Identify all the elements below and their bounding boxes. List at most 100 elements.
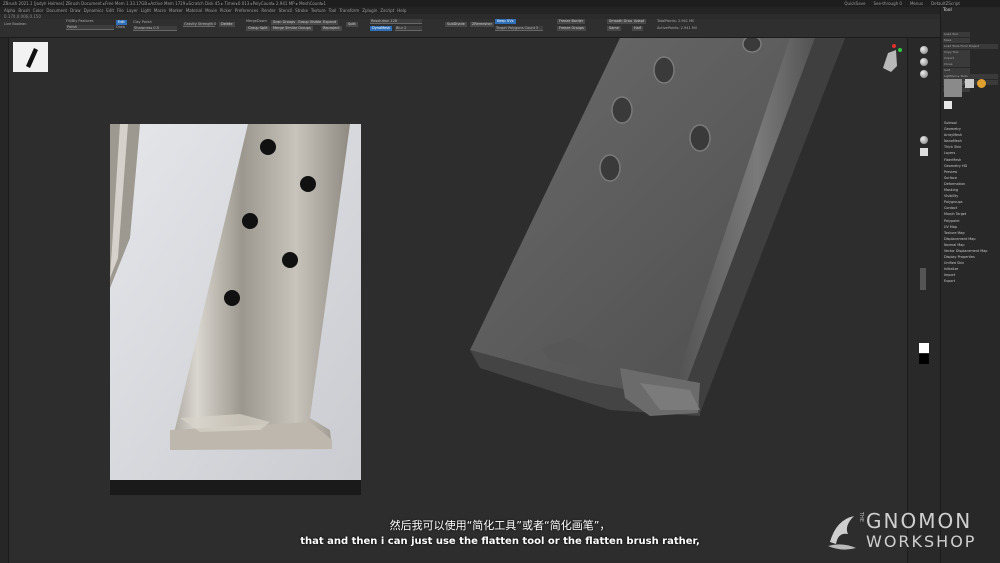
scan-groups-button[interactable]: Scan Groups [271,20,298,25]
menu-bar: Alpha Brush Color Document Draw Dynamics Edit F… [0,7,940,14]
split-button[interactable]: Split [346,22,358,27]
group-split-button[interactable]: Group Split [246,26,270,31]
zbrush-app: ZBrush 2021.1 [Jodyh Holmes] ZBrush Docu… [0,0,1000,563]
menu-color[interactable]: Color [33,7,43,14]
logo-workshop-text: WORKSHOP [866,532,977,551]
draw-button[interactable]: Draw [116,25,125,30]
gravity-slider[interactable]: Gravity Strength 0 [183,22,216,27]
menu-picker[interactable]: Picker [220,7,232,14]
expand-button[interactable]: Expand [321,20,339,25]
menu-texture[interactable]: Texture [311,7,326,14]
merge-down-button[interactable]: MergeDown [246,19,267,24]
document-thumbnail [13,42,48,72]
sculpted-magazine-model [470,38,845,416]
menu-file[interactable]: File [117,7,124,14]
tool-thumbnail[interactable] [944,79,962,97]
dynamesh-button[interactable]: DynaMesh [370,26,393,31]
tool-submenu-item[interactable]: Export [944,278,998,284]
local-nav-ball[interactable] [920,70,928,78]
tray-row[interactable]: SaveSave Gear [943,28,998,62]
half-button[interactable]: Half [632,26,643,31]
blur-slider[interactable]: Blur 2 [395,26,422,31]
menu-macro[interactable]: Macro [154,7,166,14]
zremesher-button[interactable]: ZRemesher [470,22,495,27]
total-points-readout: TotalPoints: 2.941 Mil [657,19,695,23]
target-polygons-slider[interactable]: Target Polygons Count 5 [495,26,543,31]
floor-nav-ball[interactable] [920,58,928,66]
stroke-item-fill[interactable]: Fill/Bly Features [66,19,93,24]
move-nav-ball[interactable] [920,136,928,144]
frame-icon[interactable] [920,148,928,156]
tray-row[interactable]: CloneMake PolyMesh3D [943,52,998,86]
transp-icon[interactable] [920,268,926,290]
pm3d-thumbnail[interactable] [944,101,952,109]
freeze-groups-button[interactable]: Freeze Groups [557,26,587,31]
menu-document[interactable]: Document [46,7,67,14]
freeze-border-button[interactable]: Freeze Border [557,19,586,24]
secondary-color-icon[interactable] [919,354,929,364]
tray-row[interactable]: PM3D_Pistol_48 [943,70,998,85]
canvas-viewport[interactable] [10,38,907,560]
reference-photo [110,124,361,495]
title-bar-right: QuickSave See-through 0 Menus DefaultZSc… [844,0,960,7]
sharpness-slider[interactable]: Sharpness 0.5 [133,26,177,31]
reproject-button[interactable]: Reproject [321,26,342,31]
tray-row[interactable]: Load Tools From Project [943,34,998,49]
quicksave-button[interactable]: QuickSave [844,0,865,7]
menu-marker[interactable]: Marker [169,7,183,14]
live-boolean-label[interactable]: Live Boolean [4,22,26,27]
tool-submenu: Subtool Geometry ArrayMesh NanoMesh Thick Sk… [944,120,998,285]
menu-light[interactable]: Light [141,7,151,14]
tray-row[interactable]: ImportExport [943,46,998,80]
logo-the-text: THE [858,512,864,522]
tool-tray: Tool Load ToolSave As SaveSave Gear Load… [940,7,1000,563]
resolution-slider[interactable]: Resolution 128 [370,19,422,24]
menu-stroke[interactable]: Stroke [295,7,308,14]
title-bar: ZBrush 2021.1 [Jodyh Holmes] ZBrush Docu… [0,0,1000,7]
menu-tool[interactable]: Tool [329,7,337,14]
right-shelf [907,38,940,563]
top-toolbar: Live Boolean Fill/Bly Features Polish Ed… [0,19,940,38]
menu-brush[interactable]: Brush [18,7,30,14]
menu-help[interactable]: Help [397,7,406,14]
delete-button[interactable]: Delete [219,22,235,27]
menu-alpha[interactable]: Alpha [4,7,15,14]
color-swatch-icon[interactable] [919,343,929,353]
menus-button[interactable]: Menus [910,0,923,7]
menu-draw[interactable]: Draw [70,7,80,14]
cube-tool-icon[interactable] [965,79,974,88]
simple-brush-icon[interactable] [977,79,986,88]
tray-row[interactable]: GoZAll [943,58,998,92]
menu-zscript[interactable]: Zscript [380,7,394,14]
menu-preferences[interactable]: Preferences [235,7,259,14]
menu-transform[interactable]: Transform [339,7,359,14]
polish-slider[interactable]: Polish [66,25,114,30]
default-zscript-button[interactable]: DefaultZScript [931,0,960,7]
subdivide-button[interactable]: SubDivide [445,22,467,27]
navigation-gizmo[interactable] [883,44,902,72]
menu-movie[interactable]: Movie [205,7,217,14]
menu-layer[interactable]: Layer [127,7,138,14]
menu-render[interactable]: Render [261,7,275,14]
tray-row[interactable]: Copy ToolPaste Tool [943,40,998,74]
tray-row[interactable]: Lightbox ▸ Tools [943,64,998,79]
perspective-nav-ball[interactable] [920,46,928,54]
group-visible-button[interactable]: Group Visible [296,20,324,25]
tray-row[interactable]: Load ToolSave As [943,22,998,56]
keep-uvs-toggle[interactable]: Keep UVs [495,19,516,24]
same-button[interactable]: Same [607,26,621,31]
gnomon-logo-mark-icon [828,516,856,550]
adapt-button[interactable]: Adapt [632,19,647,24]
menu-material[interactable]: Material [186,7,202,14]
window-title: ZBrush 2021.1 [Jodyh Holmes] ZBrush Docu… [3,1,327,6]
gnomon-workshop-logo: THE GNOMON WORKSHOP [826,508,992,554]
active-points-readout: ActivePoints: 2.941 Mil [657,26,697,30]
see-through-slider[interactable]: See-through 0 [874,0,902,7]
menu-edit[interactable]: Edit [106,7,114,14]
merge-similar-groups-button[interactable]: Merge Similar Groups [271,26,313,31]
clay-polish-label[interactable]: Clay Polish [133,20,152,25]
menu-dynamics[interactable]: Dynamics [84,7,104,14]
menu-zplugin[interactable]: Zplugin [362,7,377,14]
viewport-canvas[interactable] [10,38,907,560]
menu-stencil[interactable]: Stencil [279,7,293,14]
